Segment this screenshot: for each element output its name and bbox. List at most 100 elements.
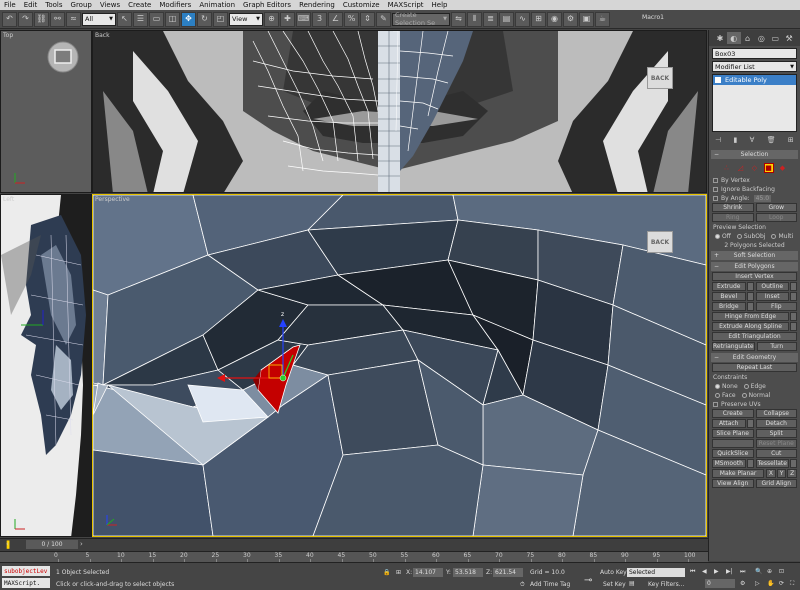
- viewport-label-left[interactable]: Left: [3, 196, 14, 203]
- key-filters-button[interactable]: Key Filters...: [648, 581, 685, 588]
- selection-set-dropdown[interactable]: Selected: [627, 568, 685, 577]
- polygon-icon[interactable]: ■: [763, 162, 774, 173]
- next-frame-icon[interactable]: ›: [80, 540, 83, 548]
- bevel-settings-icon[interactable]: [746, 292, 754, 301]
- reset-plane-button[interactable]: Reset Plane: [755, 439, 797, 448]
- edge-icon[interactable]: ◿: [736, 163, 746, 173]
- show-end-result-icon[interactable]: ▮: [734, 136, 738, 144]
- attach-button[interactable]: Attach: [712, 419, 746, 428]
- bevel-button[interactable]: Bevel: [712, 292, 746, 301]
- modify-tab-icon[interactable]: ◐: [726, 32, 741, 44]
- extrude-button[interactable]: Extrude: [712, 282, 746, 291]
- extrude-along-spline-button[interactable]: Extrude Along Spline: [712, 322, 789, 331]
- extrude-settings-icon[interactable]: [746, 282, 754, 291]
- view-align-button[interactable]: View Align: [712, 479, 754, 488]
- hinge-settings-icon[interactable]: [790, 312, 797, 321]
- prev-frame-icon[interactable]: ‹: [6, 540, 9, 548]
- collapse-button[interactable]: Collapse: [755, 409, 797, 418]
- select-object-icon[interactable]: ↖: [117, 11, 132, 27]
- select-rotate-icon[interactable]: ↻: [197, 11, 212, 27]
- edit-named-selection-icon[interactable]: ✎: [376, 11, 391, 27]
- outline-settings-icon[interactable]: [790, 282, 797, 291]
- configure-sets-icon[interactable]: ⊞: [788, 136, 794, 144]
- create-button[interactable]: Create: [712, 409, 754, 418]
- menu-help[interactable]: Help: [428, 1, 452, 9]
- navcube-back[interactable]: BACK: [647, 67, 673, 89]
- rollout-selection[interactable]: − Selection: [711, 150, 798, 159]
- rendered-frame-window-icon[interactable]: ▣: [579, 11, 594, 27]
- grow-button[interactable]: Grow: [755, 203, 797, 212]
- slice-plane-button[interactable]: Slice Plane: [712, 429, 754, 438]
- viewport-perspective[interactable]: Perspective z BACK: [92, 194, 707, 537]
- absolute-mode-icon[interactable]: ⊞: [396, 569, 401, 576]
- maxscript-listener-line1[interactable]: subobjectLev: [2, 566, 50, 576]
- key-mode-icon[interactable]: ⊸: [584, 575, 592, 586]
- reference-coord-dropdown[interactable]: View ▼: [229, 12, 263, 26]
- z-coordinate-field[interactable]: 621.54: [493, 568, 523, 577]
- maximize-viewport-icon[interactable]: ⛶: [790, 580, 794, 588]
- named-selection-set-input[interactable]: Create Selection Se ▼: [392, 11, 450, 27]
- inset-button[interactable]: Inset: [755, 292, 789, 301]
- select-manipulate-icon[interactable]: ✚: [280, 11, 295, 27]
- object-name-input[interactable]: Box03: [712, 48, 797, 59]
- select-move-icon[interactable]: ✥: [181, 11, 196, 27]
- menu-maxscript[interactable]: MAXScript: [384, 1, 428, 9]
- zoom-extents-icon[interactable]: ⊡: [779, 568, 784, 575]
- time-slider-thumb[interactable]: 0 / 100: [26, 540, 78, 549]
- preview-subobj-radio[interactable]: SubObj: [736, 233, 765, 240]
- preview-off-radio[interactable]: Off: [715, 233, 731, 240]
- slice-button[interactable]: [712, 439, 754, 448]
- planar-x-button[interactable]: X: [766, 469, 776, 478]
- render-production-icon[interactable]: ☕: [595, 11, 610, 27]
- play-icon[interactable]: ▶: [714, 568, 719, 575]
- attach-settings-icon[interactable]: [746, 419, 754, 428]
- align-icon[interactable]: ⫴: [467, 11, 482, 27]
- retriangulate-button[interactable]: Retriangulate: [712, 342, 755, 351]
- mirror-icon[interactable]: ⇋: [451, 11, 466, 27]
- unlink-icon[interactable]: ⚯: [50, 11, 65, 27]
- material-editor-icon[interactable]: ◉: [547, 11, 562, 27]
- by-vertex-checkbox[interactable]: By Vertex: [713, 176, 796, 184]
- utilities-tab-icon[interactable]: ⚒: [782, 32, 796, 44]
- zoom-icon[interactable]: 🔍: [755, 568, 762, 575]
- viewport-back[interactable]: Back BACK: [92, 30, 707, 193]
- rollout-edit-geometry[interactable]: − Edit Geometry: [711, 353, 798, 362]
- bridge-button[interactable]: Bridge: [712, 302, 746, 311]
- ring-button[interactable]: Ring: [712, 213, 754, 222]
- make-planar-button[interactable]: Make Planar: [712, 469, 765, 478]
- zoom-all-icon[interactable]: ⊕: [767, 568, 772, 575]
- insert-vertex-button[interactable]: Insert Vertex: [712, 272, 797, 281]
- tessellate-button[interactable]: Tessellate: [755, 459, 789, 468]
- angle-snap-icon[interactable]: ∠: [328, 11, 343, 27]
- rollout-edit-polygons[interactable]: − Edit Polygons: [711, 262, 798, 271]
- navcube-perspective[interactable]: BACK: [647, 231, 673, 253]
- field-of-view-icon[interactable]: ▷: [755, 580, 760, 587]
- redo-icon[interactable]: ↷: [18, 11, 33, 27]
- y-coordinate-field[interactable]: 53.518: [453, 568, 483, 577]
- stack-item-editable-poly[interactable]: Editable Poly: [713, 75, 796, 85]
- x-coordinate-field[interactable]: 14.107: [413, 568, 443, 577]
- key-icon[interactable]: ▤: [629, 580, 635, 587]
- repeat-last-button[interactable]: Repeat Last: [712, 363, 797, 372]
- link-icon[interactable]: ⛓: [34, 11, 49, 27]
- menu-rendering[interactable]: Rendering: [295, 1, 339, 9]
- spinner-snap-icon[interactable]: ⇕: [360, 11, 375, 27]
- make-unique-icon[interactable]: ∀: [750, 136, 755, 144]
- hierarchy-tab-icon[interactable]: ⌂: [741, 32, 755, 44]
- viewport-label-back[interactable]: Back: [95, 32, 110, 39]
- add-time-tag[interactable]: Add Time Tag: [530, 581, 570, 588]
- schematic-view-icon[interactable]: ⊞: [531, 11, 546, 27]
- vertex-icon[interactable]: ∴: [722, 163, 732, 173]
- maxscript-listener-line2[interactable]: MAXScript.: [2, 578, 50, 588]
- snaps-toggle-icon[interactable]: 3: [312, 11, 327, 27]
- selection-filter-dropdown[interactable]: All ▼: [82, 12, 116, 26]
- menu-animation[interactable]: Animation: [195, 1, 239, 9]
- pivot-center-icon[interactable]: ⊕: [264, 11, 279, 27]
- remove-modifier-icon[interactable]: 🗑: [767, 136, 776, 144]
- constraint-face-radio[interactable]: Face: [715, 392, 736, 399]
- orbit-icon[interactable]: ⟳: [779, 580, 784, 587]
- next-key-icon[interactable]: ▶|: [726, 568, 733, 575]
- goto-start-icon[interactable]: ⏮: [690, 568, 695, 576]
- viewport-label-top[interactable]: Top: [3, 32, 13, 39]
- split-checkbox[interactable]: Split: [755, 429, 797, 438]
